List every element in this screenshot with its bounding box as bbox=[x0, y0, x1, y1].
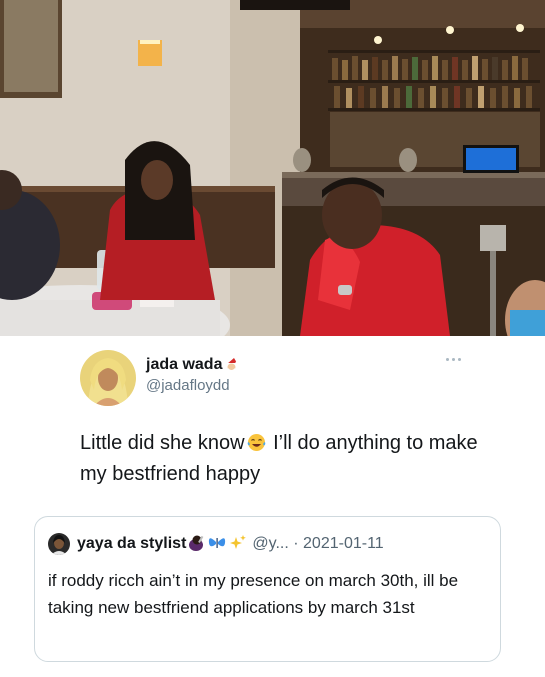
sparkles-emoji-icon bbox=[230, 535, 247, 549]
quoted-author-name[interactable]: yaya da stylist bbox=[77, 535, 186, 552]
restaurant-photo bbox=[0, 0, 545, 336]
tweet-card: jada wada @jadafloydd Little did she kno… bbox=[0, 336, 545, 677]
quoted-text: if roddy ricch ain’t in my presence on m… bbox=[48, 571, 459, 617]
quoted-separator: · bbox=[293, 535, 299, 552]
quoted-name-emojis bbox=[188, 534, 247, 556]
author-handle[interactable]: @jadafloydd bbox=[146, 377, 230, 394]
butterfly-emoji-icon bbox=[209, 538, 226, 548]
ellipsis-icon[interactable] bbox=[446, 358, 462, 364]
hairdresser-emoji-icon bbox=[189, 535, 204, 551]
author-name-row[interactable]: jada wada bbox=[146, 356, 240, 374]
screenshot-page: jada wada @jadafloydd Little did she kno… bbox=[0, 0, 545, 677]
quoted-author-avatar[interactable] bbox=[48, 533, 70, 555]
tweet-text: Little did she know I’ll do anything to … bbox=[80, 428, 480, 490]
quoted-author-handle[interactable]: @y... bbox=[252, 535, 288, 552]
tears-of-joy-emoji-icon bbox=[247, 431, 266, 451]
tweet-text-part1: Little did she know bbox=[80, 432, 245, 454]
author-name[interactable]: jada wada bbox=[146, 356, 222, 373]
quoted-tweet[interactable]: yaya da stylist @y... · 2021-01-11 if rod… bbox=[34, 516, 501, 662]
quoted-date[interactable]: 2021-01-11 bbox=[303, 535, 384, 552]
santa-emoji-icon bbox=[225, 357, 240, 372]
author-avatar[interactable] bbox=[80, 350, 136, 406]
quoted-header: yaya da stylist @y... · 2021-01-11 bbox=[77, 534, 384, 556]
